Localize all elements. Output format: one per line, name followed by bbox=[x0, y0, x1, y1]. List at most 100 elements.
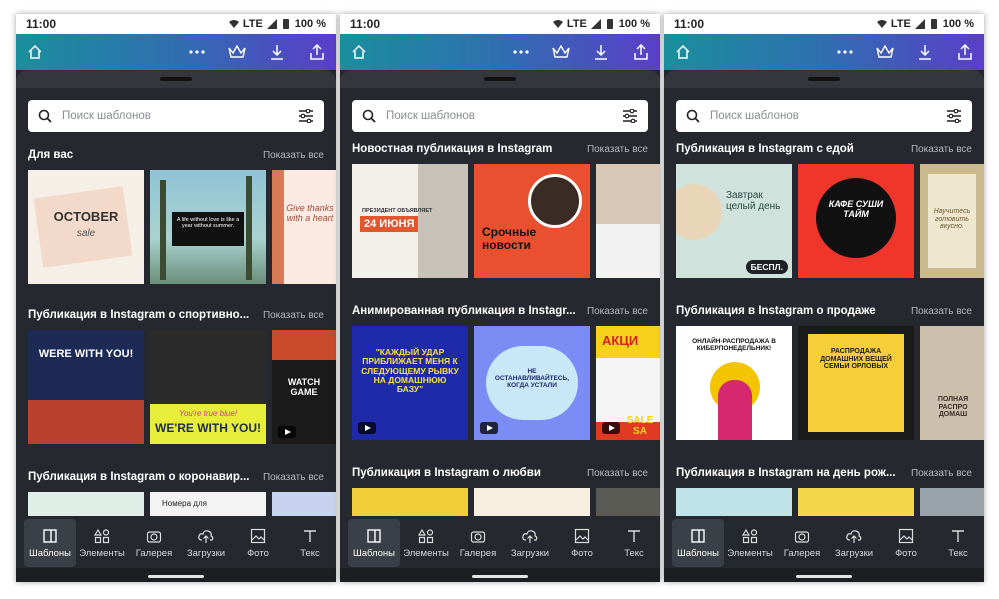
home-indicator[interactable] bbox=[148, 575, 204, 578]
crown-icon[interactable] bbox=[876, 43, 894, 61]
template-thumb[interactable] bbox=[596, 164, 660, 278]
show-all-link[interactable]: Показать все bbox=[911, 144, 972, 155]
templates-panel: Поиск шаблонов Для вас Показать все OCTO… bbox=[16, 88, 336, 582]
templates-icon bbox=[43, 528, 57, 543]
battery-label: 100 % bbox=[294, 18, 326, 30]
home-indicator[interactable] bbox=[472, 575, 528, 578]
show-all-link[interactable]: Показать все bbox=[587, 144, 648, 155]
template-thumb[interactable] bbox=[352, 488, 468, 516]
home-icon[interactable] bbox=[26, 43, 44, 61]
template-thumb[interactable]: КАФЕ СУШИ ТАЙМ bbox=[798, 164, 914, 278]
show-all-link[interactable]: Показать все bbox=[587, 468, 648, 479]
download-icon[interactable] bbox=[268, 43, 286, 61]
text-icon bbox=[304, 529, 316, 542]
template-thumb[interactable] bbox=[596, 488, 660, 516]
filter-icon[interactable] bbox=[946, 109, 962, 123]
show-all-link[interactable]: Показать все bbox=[263, 472, 324, 483]
more-icon[interactable] bbox=[188, 43, 206, 61]
template-thumb[interactable]: Завтрак целый день БЕСПЛ. bbox=[676, 164, 792, 278]
show-all-link[interactable]: Показать все bbox=[911, 468, 972, 479]
download-icon[interactable] bbox=[916, 43, 934, 61]
nav-elements[interactable]: Элементы bbox=[724, 519, 776, 567]
template-thumb[interactable] bbox=[272, 492, 336, 516]
home-indicator[interactable] bbox=[796, 575, 852, 578]
wifi-icon bbox=[876, 20, 887, 28]
template-thumb[interactable] bbox=[920, 488, 984, 516]
template-thumb[interactable]: "КАЖДЫЙ УДАР ПРИБЛИЖАЕТ МЕНЯ К СЛЕДУЮЩЕМ… bbox=[352, 326, 468, 440]
filter-icon[interactable] bbox=[298, 109, 314, 123]
section-news: Новостная публикация в Instagram Показат… bbox=[340, 140, 660, 278]
search-icon bbox=[38, 109, 52, 123]
more-icon[interactable] bbox=[836, 43, 854, 61]
drag-handle[interactable] bbox=[808, 77, 840, 81]
template-thumb[interactable]: You're true blue! WE'RE WITH YOU! bbox=[150, 330, 266, 444]
template-thumb[interactable]: OCTOBER sale bbox=[28, 170, 144, 284]
template-thumb[interactable]: АКЦИ SALE SA bbox=[596, 326, 660, 440]
template-thumb[interactable]: РАСПРОДАЖА ДОМАШНИХ ВЕЩЕЙ СЕМЬИ ОРЛОВЫХ bbox=[798, 326, 914, 440]
filter-icon[interactable] bbox=[622, 109, 638, 123]
template-thumb[interactable] bbox=[798, 488, 914, 516]
nav-gallery[interactable]: Галерея bbox=[128, 519, 180, 567]
nav-text[interactable]: Текс bbox=[932, 519, 984, 567]
show-all-link[interactable]: Показать все bbox=[263, 150, 324, 161]
nav-gallery[interactable]: Галерея bbox=[452, 519, 504, 567]
crown-icon[interactable] bbox=[552, 43, 570, 61]
template-thumb[interactable] bbox=[28, 492, 144, 516]
search-input[interactable]: Поиск шаблонов bbox=[386, 110, 622, 122]
nav-photos[interactable]: Фото bbox=[880, 519, 932, 567]
search-input[interactable]: Поиск шаблонов bbox=[710, 110, 946, 122]
section-title: Публикация в Instagram о любви bbox=[352, 467, 541, 479]
show-all-link[interactable]: Показать все bbox=[263, 310, 324, 321]
battery-icon bbox=[606, 19, 613, 29]
sheet-handle-area[interactable] bbox=[16, 70, 336, 88]
nav-gallery[interactable]: Галерея bbox=[776, 519, 828, 567]
search-bar[interactable]: Поиск шаблонов bbox=[352, 100, 648, 132]
show-all-link[interactable]: Показать все bbox=[587, 306, 648, 317]
system-nav-bar bbox=[16, 568, 336, 582]
template-thumb[interactable]: Научитесь готовить вкусно. bbox=[920, 164, 984, 278]
nav-uploads[interactable]: Загрузки bbox=[504, 519, 556, 567]
home-icon[interactable] bbox=[350, 43, 368, 61]
nav-templates[interactable]: Шаблоны bbox=[672, 519, 724, 567]
nav-elements[interactable]: Элементы bbox=[400, 519, 452, 567]
template-thumb[interactable] bbox=[474, 488, 590, 516]
nav-templates[interactable]: Шаблоны bbox=[24, 519, 76, 567]
sheet-handle-area[interactable] bbox=[340, 70, 660, 88]
nav-text[interactable]: Текс bbox=[608, 519, 660, 567]
nav-elements[interactable]: Элементы bbox=[76, 519, 128, 567]
template-thumb[interactable]: НЕ ОСТАНАВЛИВАЙТЕСЬ, КОГДА УСТАЛИ bbox=[474, 326, 590, 440]
template-thumb[interactable]: Срочные новости bbox=[474, 164, 590, 278]
template-thumb[interactable]: A life without love is like a year witho… bbox=[150, 170, 266, 284]
crown-icon[interactable] bbox=[228, 43, 246, 61]
more-icon[interactable] bbox=[512, 43, 530, 61]
nav-uploads[interactable]: Загрузки bbox=[828, 519, 880, 567]
section-title: Публикация в Instagram о продаже bbox=[676, 305, 876, 317]
template-thumb[interactable]: ПОЛНАЯ РАСПРО ДОМАШ bbox=[920, 326, 984, 440]
show-all-link[interactable]: Показать все bbox=[911, 306, 972, 317]
template-thumb[interactable]: Give thanks with a heart bbox=[272, 170, 336, 284]
home-icon[interactable] bbox=[674, 43, 692, 61]
template-thumb[interactable] bbox=[676, 488, 792, 516]
nav-photos[interactable]: Фото bbox=[232, 519, 284, 567]
search-bar[interactable]: Поиск шаблонов bbox=[28, 100, 324, 132]
template-thumb[interactable]: WATCH GAME bbox=[272, 330, 336, 444]
nav-uploads[interactable]: Загрузки bbox=[180, 519, 232, 567]
template-thumb[interactable]: WERE WITH YOU! bbox=[28, 330, 144, 444]
template-thumb[interactable]: ПРЕЗИДЕНТ ОБЪЯВЛЯЕТ 24 ИЮНЯ bbox=[352, 164, 468, 278]
sheet-handle-area[interactable] bbox=[664, 70, 984, 88]
template-thumb[interactable]: ОНЛАЙН-РАСПРОДАЖА В КИБЕРПОНЕДЕЛЬНИК! bbox=[676, 326, 792, 440]
battery-label: 100 % bbox=[942, 18, 974, 30]
section-title: Для вас bbox=[28, 149, 74, 161]
nav-text[interactable]: Текс bbox=[284, 519, 336, 567]
download-icon[interactable] bbox=[592, 43, 610, 61]
drag-handle[interactable] bbox=[160, 77, 192, 81]
share-icon[interactable] bbox=[308, 43, 326, 61]
share-icon[interactable] bbox=[956, 43, 974, 61]
search-input[interactable]: Поиск шаблонов bbox=[62, 110, 298, 122]
nav-photos[interactable]: Фото bbox=[556, 519, 608, 567]
template-thumb[interactable]: Номера для bbox=[150, 492, 266, 516]
share-icon[interactable] bbox=[632, 43, 650, 61]
drag-handle[interactable] bbox=[484, 77, 516, 81]
search-bar[interactable]: Поиск шаблонов bbox=[676, 100, 972, 132]
nav-templates[interactable]: Шаблоны bbox=[348, 519, 400, 567]
